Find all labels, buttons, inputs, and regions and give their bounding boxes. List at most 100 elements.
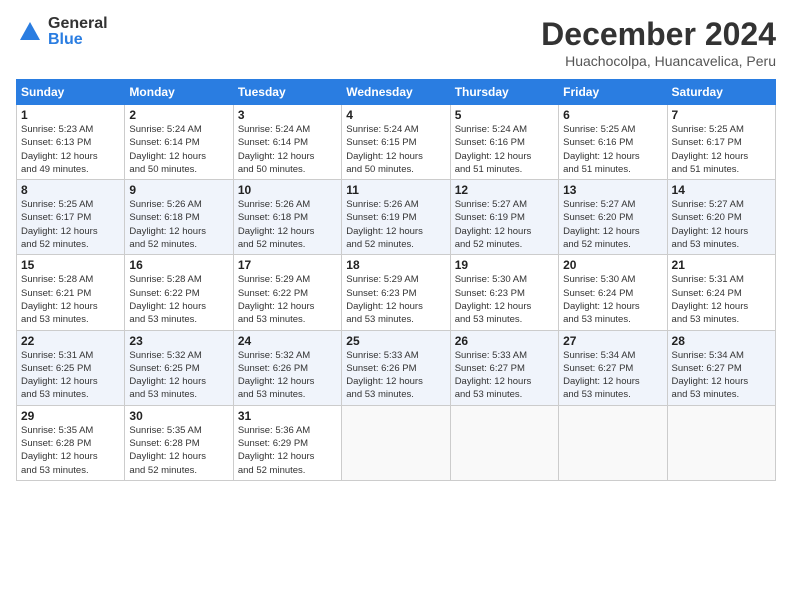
calendar-cell: 29Sunrise: 5:35 AM Sunset: 6:28 PM Dayli… xyxy=(17,405,125,480)
day-number: 31 xyxy=(238,409,337,423)
day-info: Sunrise: 5:33 AM Sunset: 6:26 PM Dayligh… xyxy=(346,349,445,402)
day-info: Sunrise: 5:24 AM Sunset: 6:16 PM Dayligh… xyxy=(455,123,554,176)
calendar-cell: 31Sunrise: 5:36 AM Sunset: 6:29 PM Dayli… xyxy=(233,405,341,480)
calendar-cell: 22Sunrise: 5:31 AM Sunset: 6:25 PM Dayli… xyxy=(17,330,125,405)
day-info: Sunrise: 5:24 AM Sunset: 6:14 PM Dayligh… xyxy=(238,123,337,176)
subtitle: Huachocolpa, Huancavelica, Peru xyxy=(541,53,776,69)
day-info: Sunrise: 5:31 AM Sunset: 6:24 PM Dayligh… xyxy=(672,273,771,326)
day-number: 23 xyxy=(129,334,228,348)
day-number: 13 xyxy=(563,183,662,197)
day-info: Sunrise: 5:24 AM Sunset: 6:15 PM Dayligh… xyxy=(346,123,445,176)
calendar-cell: 17Sunrise: 5:29 AM Sunset: 6:22 PM Dayli… xyxy=(233,255,341,330)
week-row-1: 1Sunrise: 5:23 AM Sunset: 6:13 PM Daylig… xyxy=(17,105,776,180)
calendar-cell xyxy=(559,405,667,480)
calendar-cell: 27Sunrise: 5:34 AM Sunset: 6:27 PM Dayli… xyxy=(559,330,667,405)
calendar-cell: 3Sunrise: 5:24 AM Sunset: 6:14 PM Daylig… xyxy=(233,105,341,180)
day-info: Sunrise: 5:24 AM Sunset: 6:14 PM Dayligh… xyxy=(129,123,228,176)
day-number: 17 xyxy=(238,258,337,272)
day-info: Sunrise: 5:27 AM Sunset: 6:19 PM Dayligh… xyxy=(455,198,554,251)
day-number: 26 xyxy=(455,334,554,348)
col-tuesday: Tuesday xyxy=(233,80,341,105)
logo-icon xyxy=(16,18,44,46)
day-number: 6 xyxy=(563,108,662,122)
calendar-cell: 11Sunrise: 5:26 AM Sunset: 6:19 PM Dayli… xyxy=(342,180,450,255)
calendar-header-row: Sunday Monday Tuesday Wednesday Thursday… xyxy=(17,80,776,105)
logo-text: General Blue xyxy=(48,16,108,48)
day-info: Sunrise: 5:35 AM Sunset: 6:28 PM Dayligh… xyxy=(21,424,120,477)
day-number: 3 xyxy=(238,108,337,122)
day-info: Sunrise: 5:30 AM Sunset: 6:23 PM Dayligh… xyxy=(455,273,554,326)
calendar-cell: 14Sunrise: 5:27 AM Sunset: 6:20 PM Dayli… xyxy=(667,180,775,255)
day-info: Sunrise: 5:25 AM Sunset: 6:16 PM Dayligh… xyxy=(563,123,662,176)
day-info: Sunrise: 5:32 AM Sunset: 6:26 PM Dayligh… xyxy=(238,349,337,402)
week-row-3: 15Sunrise: 5:28 AM Sunset: 6:21 PM Dayli… xyxy=(17,255,776,330)
day-number: 29 xyxy=(21,409,120,423)
day-info: Sunrise: 5:29 AM Sunset: 6:23 PM Dayligh… xyxy=(346,273,445,326)
logo-blue-text: Blue xyxy=(48,32,108,48)
calendar-cell: 6Sunrise: 5:25 AM Sunset: 6:16 PM Daylig… xyxy=(559,105,667,180)
calendar-cell: 2Sunrise: 5:24 AM Sunset: 6:14 PM Daylig… xyxy=(125,105,233,180)
day-number: 20 xyxy=(563,258,662,272)
calendar-cell: 18Sunrise: 5:29 AM Sunset: 6:23 PM Dayli… xyxy=(342,255,450,330)
day-info: Sunrise: 5:30 AM Sunset: 6:24 PM Dayligh… xyxy=(563,273,662,326)
calendar: Sunday Monday Tuesday Wednesday Thursday… xyxy=(16,79,776,481)
day-info: Sunrise: 5:32 AM Sunset: 6:25 PM Dayligh… xyxy=(129,349,228,402)
day-number: 19 xyxy=(455,258,554,272)
page: General Blue December 2024 Huachocolpa, … xyxy=(0,0,792,612)
day-number: 21 xyxy=(672,258,771,272)
calendar-cell: 23Sunrise: 5:32 AM Sunset: 6:25 PM Dayli… xyxy=(125,330,233,405)
day-number: 25 xyxy=(346,334,445,348)
day-number: 15 xyxy=(21,258,120,272)
day-number: 28 xyxy=(672,334,771,348)
day-info: Sunrise: 5:28 AM Sunset: 6:21 PM Dayligh… xyxy=(21,273,120,326)
day-info: Sunrise: 5:25 AM Sunset: 6:17 PM Dayligh… xyxy=(21,198,120,251)
col-monday: Monday xyxy=(125,80,233,105)
logo: General Blue xyxy=(16,16,108,48)
day-info: Sunrise: 5:26 AM Sunset: 6:18 PM Dayligh… xyxy=(129,198,228,251)
day-info: Sunrise: 5:34 AM Sunset: 6:27 PM Dayligh… xyxy=(672,349,771,402)
calendar-cell: 8Sunrise: 5:25 AM Sunset: 6:17 PM Daylig… xyxy=(17,180,125,255)
day-number: 10 xyxy=(238,183,337,197)
calendar-cell: 10Sunrise: 5:26 AM Sunset: 6:18 PM Dayli… xyxy=(233,180,341,255)
day-number: 2 xyxy=(129,108,228,122)
day-number: 11 xyxy=(346,183,445,197)
calendar-cell xyxy=(342,405,450,480)
calendar-cell: 16Sunrise: 5:28 AM Sunset: 6:22 PM Dayli… xyxy=(125,255,233,330)
day-number: 1 xyxy=(21,108,120,122)
day-number: 30 xyxy=(129,409,228,423)
calendar-cell: 15Sunrise: 5:28 AM Sunset: 6:21 PM Dayli… xyxy=(17,255,125,330)
col-saturday: Saturday xyxy=(667,80,775,105)
day-number: 22 xyxy=(21,334,120,348)
day-number: 12 xyxy=(455,183,554,197)
header: General Blue December 2024 Huachocolpa, … xyxy=(16,16,776,69)
col-wednesday: Wednesday xyxy=(342,80,450,105)
day-info: Sunrise: 5:26 AM Sunset: 6:19 PM Dayligh… xyxy=(346,198,445,251)
calendar-cell xyxy=(667,405,775,480)
day-number: 7 xyxy=(672,108,771,122)
day-info: Sunrise: 5:31 AM Sunset: 6:25 PM Dayligh… xyxy=(21,349,120,402)
calendar-cell: 24Sunrise: 5:32 AM Sunset: 6:26 PM Dayli… xyxy=(233,330,341,405)
day-info: Sunrise: 5:26 AM Sunset: 6:18 PM Dayligh… xyxy=(238,198,337,251)
week-row-2: 8Sunrise: 5:25 AM Sunset: 6:17 PM Daylig… xyxy=(17,180,776,255)
calendar-cell: 13Sunrise: 5:27 AM Sunset: 6:20 PM Dayli… xyxy=(559,180,667,255)
day-number: 24 xyxy=(238,334,337,348)
day-number: 5 xyxy=(455,108,554,122)
calendar-cell: 21Sunrise: 5:31 AM Sunset: 6:24 PM Dayli… xyxy=(667,255,775,330)
calendar-cell: 19Sunrise: 5:30 AM Sunset: 6:23 PM Dayli… xyxy=(450,255,558,330)
day-info: Sunrise: 5:29 AM Sunset: 6:22 PM Dayligh… xyxy=(238,273,337,326)
calendar-cell: 20Sunrise: 5:30 AM Sunset: 6:24 PM Dayli… xyxy=(559,255,667,330)
calendar-cell xyxy=(450,405,558,480)
calendar-cell: 9Sunrise: 5:26 AM Sunset: 6:18 PM Daylig… xyxy=(125,180,233,255)
calendar-cell: 1Sunrise: 5:23 AM Sunset: 6:13 PM Daylig… xyxy=(17,105,125,180)
day-number: 4 xyxy=(346,108,445,122)
day-number: 8 xyxy=(21,183,120,197)
day-info: Sunrise: 5:28 AM Sunset: 6:22 PM Dayligh… xyxy=(129,273,228,326)
day-number: 9 xyxy=(129,183,228,197)
col-sunday: Sunday xyxy=(17,80,125,105)
calendar-cell: 5Sunrise: 5:24 AM Sunset: 6:16 PM Daylig… xyxy=(450,105,558,180)
day-info: Sunrise: 5:35 AM Sunset: 6:28 PM Dayligh… xyxy=(129,424,228,477)
day-info: Sunrise: 5:25 AM Sunset: 6:17 PM Dayligh… xyxy=(672,123,771,176)
logo-general-text: General xyxy=(48,16,108,32)
week-row-5: 29Sunrise: 5:35 AM Sunset: 6:28 PM Dayli… xyxy=(17,405,776,480)
day-info: Sunrise: 5:36 AM Sunset: 6:29 PM Dayligh… xyxy=(238,424,337,477)
